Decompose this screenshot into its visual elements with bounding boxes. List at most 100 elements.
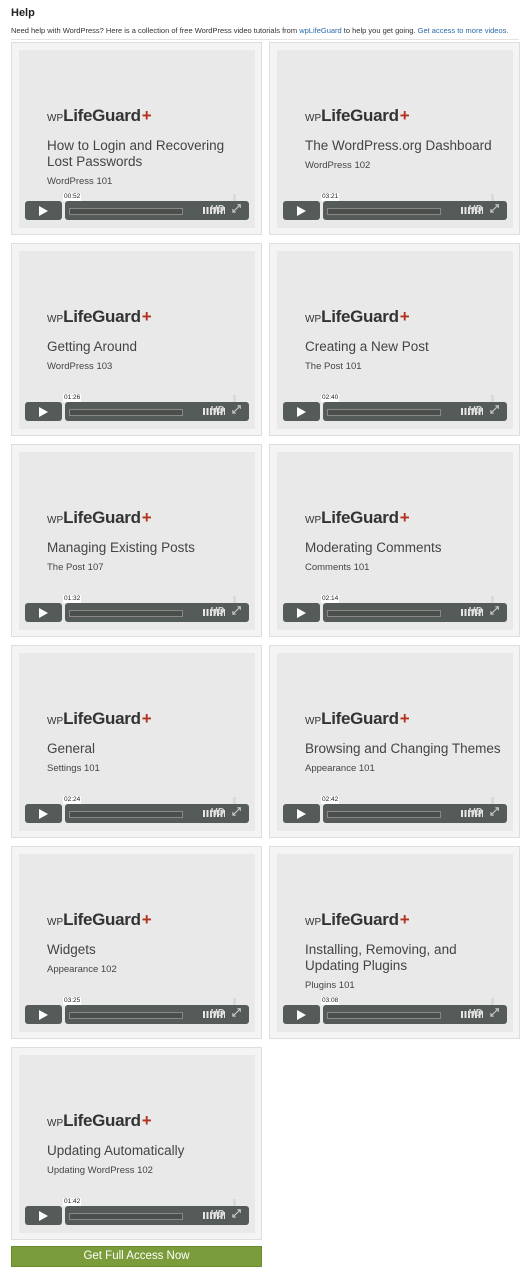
hd-button[interactable]: HD [468,606,482,617]
progress-track[interactable] [69,811,183,818]
hd-button[interactable]: HD [210,1209,224,1220]
fullscreen-icon[interactable]: ⤢ [490,1007,499,1020]
control-bar: HD ⤢ [323,603,507,622]
wplifeguard-link[interactable]: wpLifeGuard [299,26,342,35]
hd-button[interactable]: HD [468,1008,482,1019]
control-bar: HD ⤢ [323,402,507,421]
video-player[interactable]: WPLifeGuard+ Updating Automatically Updat… [19,1055,255,1233]
progress-track[interactable] [69,1213,183,1220]
fullscreen-icon[interactable]: ⤢ [232,203,241,216]
video-title-text: Managing Existing Posts [47,540,195,555]
logo-wp: WP [305,917,322,928]
video-player[interactable]: WPLifeGuard+ The WordPress.org Dashboard… [277,50,513,228]
hd-button[interactable]: HD [210,606,224,617]
video-title-text: Getting Around [47,339,138,354]
progress-track[interactable] [69,610,183,617]
logo-wp: WP [305,113,322,124]
progress-track[interactable] [69,208,183,215]
play-button[interactable] [25,603,62,622]
play-button[interactable] [25,402,62,421]
play-button[interactable] [25,201,62,220]
video-card: WPLifeGuard+ Managing Existing Posts The … [11,444,262,637]
hd-button[interactable]: HD [210,204,224,215]
logo-wp: WP [47,1118,64,1129]
player-controls: HD ⤢ 02:24 [25,796,249,823]
progress-track[interactable] [327,409,441,416]
video-player[interactable]: WPLifeGuard+ General Settings 101 HD ⤢ 02… [19,653,255,831]
fullscreen-icon[interactable]: ⤢ [232,1208,241,1221]
play-button[interactable] [283,603,320,622]
logo-wp: WP [47,917,64,928]
video-duration: 03:08 [321,997,340,1005]
progress-track[interactable] [327,1012,441,1019]
progress-track[interactable] [69,1012,183,1019]
player-controls: HD ⤢ 00:52 [25,193,249,220]
intro-text-part2: to help you get going. [341,26,418,35]
fullscreen-icon[interactable]: ⤢ [490,203,499,216]
logo-wp: WP [47,716,64,727]
player-controls: HD ⤢ 03:08 [283,997,507,1024]
logo-wp: WP [305,314,322,325]
play-button[interactable] [283,201,320,220]
control-bar: HD ⤢ [323,804,507,823]
video-player[interactable]: WPLifeGuard+ Creating a New Post The Post… [277,251,513,429]
more-videos-link[interactable]: Get access to more videos. [418,26,509,35]
logo-name: LifeGuard [321,910,399,929]
logo-name: LifeGuard [63,709,141,728]
get-full-access-button[interactable]: Get Full Access Now [11,1246,262,1267]
hd-button[interactable]: HD [468,204,482,215]
fullscreen-icon[interactable]: ⤢ [490,404,499,417]
play-button[interactable] [25,1005,62,1024]
play-button[interactable] [25,804,62,823]
video-duration: 03:21 [321,193,340,201]
hd-button[interactable]: HD [468,405,482,416]
fullscreen-icon[interactable]: ⤢ [490,605,499,618]
play-button[interactable] [283,402,320,421]
hd-button[interactable]: HD [210,807,224,818]
progress-track[interactable] [327,208,441,215]
video-grid: WPLifeGuard+ How to Login and Recovering… [11,42,521,1240]
control-bar: HD ⤢ [65,603,249,622]
progress-track[interactable] [69,409,183,416]
video-player[interactable]: WPLifeGuard+ Managing Existing Posts The … [19,452,255,630]
hd-button[interactable]: HD [468,807,482,818]
fullscreen-icon[interactable]: ⤢ [232,404,241,417]
video-card: WPLifeGuard+ Browsing and Changing Theme… [269,645,520,838]
play-button[interactable] [283,1005,320,1024]
progress-track[interactable] [327,610,441,617]
video-player[interactable]: WPLifeGuard+ Browsing and Changing Theme… [277,653,513,831]
logo-name: LifeGuard [63,508,141,527]
video-title: General Settings 101 [47,741,252,775]
video-player[interactable]: WPLifeGuard+ Widgets Appearance 102 HD ⤢ … [19,854,255,1032]
player-controls: HD ⤢ 02:40 [283,394,507,421]
logo-wp: WP [305,716,322,727]
control-bar: HD ⤢ [65,402,249,421]
wplifeguard-logo: WPLifeGuard+ [47,508,152,528]
hd-button[interactable]: HD [210,1008,224,1019]
video-card: WPLifeGuard+ General Settings 101 HD ⤢ 02… [11,645,262,838]
wplifeguard-logo: WPLifeGuard+ [305,307,410,327]
video-subtitle: The Post 101 [305,361,362,372]
video-player[interactable]: WPLifeGuard+ Moderating Comments Comments… [277,452,513,630]
video-title: Creating a New Post The Post 101 [305,339,510,373]
video-player[interactable]: WPLifeGuard+ Getting Around WordPress 103… [19,251,255,429]
control-bar: HD ⤢ [323,201,507,220]
fullscreen-icon[interactable]: ⤢ [232,806,241,819]
player-controls: HD ⤢ 03:21 [283,193,507,220]
video-player[interactable]: WPLifeGuard+ How to Login and Recovering… [19,50,255,228]
player-controls: HD ⤢ 01:32 [25,595,249,622]
video-duration: 02:42 [321,796,340,804]
fullscreen-icon[interactable]: ⤢ [490,806,499,819]
video-player[interactable]: WPLifeGuard+ Installing, Removing, and U… [277,854,513,1032]
control-bar: HD ⤢ [65,1206,249,1225]
progress-track[interactable] [327,811,441,818]
hd-button[interactable]: HD [210,405,224,416]
player-controls: HD ⤢ 02:14 [283,595,507,622]
fullscreen-icon[interactable]: ⤢ [232,1007,241,1020]
video-title-text: Moderating Comments [305,540,442,555]
video-card: WPLifeGuard+ Getting Around WordPress 103… [11,243,262,436]
fullscreen-icon[interactable]: ⤢ [232,605,241,618]
play-button[interactable] [283,804,320,823]
play-button[interactable] [25,1206,62,1225]
logo-name: LifeGuard [321,106,399,125]
